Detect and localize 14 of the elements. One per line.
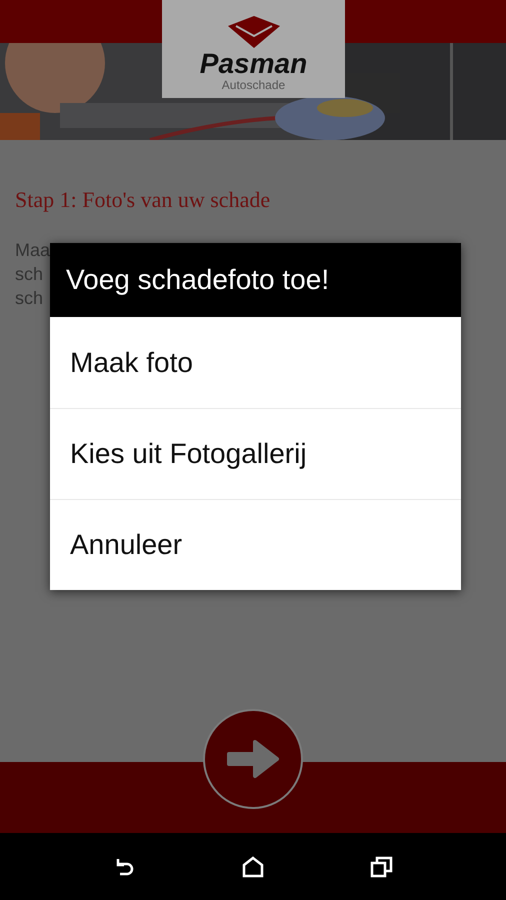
dialog-title: Voeg schadefoto toe!: [66, 263, 330, 297]
dialog-option[interactable]: Kies uit Fotogallerij: [50, 408, 461, 499]
home-icon: [240, 854, 265, 878]
paragraph-fragment: sch: [15, 263, 44, 286]
logo-icon: [226, 14, 282, 50]
logo-subtitle: Autoschade: [222, 78, 286, 92]
dialog-option[interactable]: Annuleer: [50, 499, 461, 590]
recents-icon: [370, 854, 394, 878]
arrow-right-icon: [225, 738, 281, 780]
dialog-option[interactable]: Maak foto: [50, 317, 461, 408]
step-title: Stap 1: Foto's van uw schade: [15, 186, 272, 214]
paragraph-fragment: Maa: [15, 239, 50, 262]
logo-name: Pasman: [200, 50, 308, 78]
paragraph-fragment: sch: [15, 287, 44, 310]
